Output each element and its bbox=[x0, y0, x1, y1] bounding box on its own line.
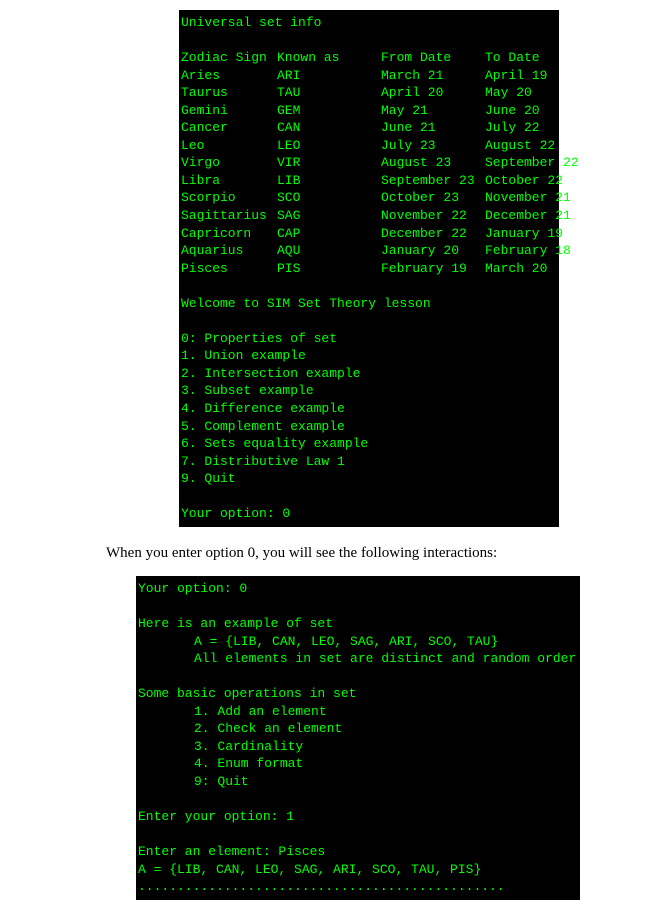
operation-item: 9: Quit bbox=[138, 773, 249, 791]
table-row: CapricornCAPDecember 22January 19 bbox=[181, 226, 563, 241]
menu-item: 3. Subset example bbox=[181, 383, 314, 398]
input-prompt: Your option: 0 bbox=[181, 506, 290, 521]
menu-item: 4. Difference example bbox=[181, 401, 345, 416]
example-note: All elements in set are distinct and ran… bbox=[138, 650, 576, 668]
menu-item: 9. Quit bbox=[181, 471, 236, 486]
table-row: AquariusAQUJanuary 20February 18 bbox=[181, 243, 571, 258]
enter-option-prompt: Enter your option: 1 bbox=[138, 809, 294, 824]
menu-item: 5. Complement example bbox=[181, 419, 345, 434]
table-row: VirgoVIRAugust 23September 22 bbox=[181, 155, 579, 170]
operation-item: 4. Enum format bbox=[138, 755, 303, 773]
input-prompt: Your option: 0 bbox=[138, 581, 247, 596]
terminal-output-1: Universal set info Zodiac SignKnown asFr… bbox=[179, 10, 559, 527]
table-row: LibraLIBSeptember 23October 22 bbox=[181, 173, 563, 188]
result-set: A = {LIB, CAN, LEO, SAG, ARI, SCO, TAU, … bbox=[138, 862, 481, 877]
welcome-line: Welcome to SIM Set Theory lesson bbox=[181, 296, 431, 311]
menu-item: 2. Intersection example bbox=[181, 366, 360, 381]
table-header: Zodiac SignKnown asFrom DateTo Date bbox=[181, 50, 540, 65]
table-row: AriesARIMarch 21April 19 bbox=[181, 68, 547, 83]
operation-item: 3. Cardinality bbox=[138, 738, 303, 756]
document-instruction-text: When you enter option 0, you will see th… bbox=[106, 545, 651, 562]
example-set: A = {LIB, CAN, LEO, SAG, ARI, SCO, TAU} bbox=[138, 633, 498, 651]
title-line: Universal set info bbox=[181, 15, 321, 30]
table-row: SagittariusSAGNovember 22December 21 bbox=[181, 208, 571, 223]
operation-item: 2. Check an element bbox=[138, 720, 342, 738]
table-row: CancerCANJune 21July 22 bbox=[181, 120, 540, 135]
example-title: Here is an example of set bbox=[138, 616, 333, 631]
table-row: ScorpioSCOOctober 23November 21 bbox=[181, 190, 571, 205]
menu-item: 6. Sets equality example bbox=[181, 436, 368, 451]
menu-item: 1. Union example bbox=[181, 348, 306, 363]
menu-item: 0: Properties of set bbox=[181, 331, 337, 346]
separator-dots: ........................................… bbox=[138, 879, 505, 894]
enter-element-prompt: Enter an element: Pisces bbox=[138, 844, 325, 859]
operation-item: 1. Add an element bbox=[138, 703, 327, 721]
table-row: PiscesPISFebruary 19March 20 bbox=[181, 261, 547, 276]
table-row: LeoLEOJuly 23August 22 bbox=[181, 138, 555, 153]
operations-title: Some basic operations in set bbox=[138, 686, 356, 701]
table-row: GeminiGEMMay 21June 20 bbox=[181, 103, 540, 118]
menu-item: 7. Distributive Law 1 bbox=[181, 454, 345, 469]
table-row: TaurusTAUApril 20May 20 bbox=[181, 85, 532, 100]
terminal-output-2: Your option: 0 Here is an example of set… bbox=[136, 576, 580, 900]
